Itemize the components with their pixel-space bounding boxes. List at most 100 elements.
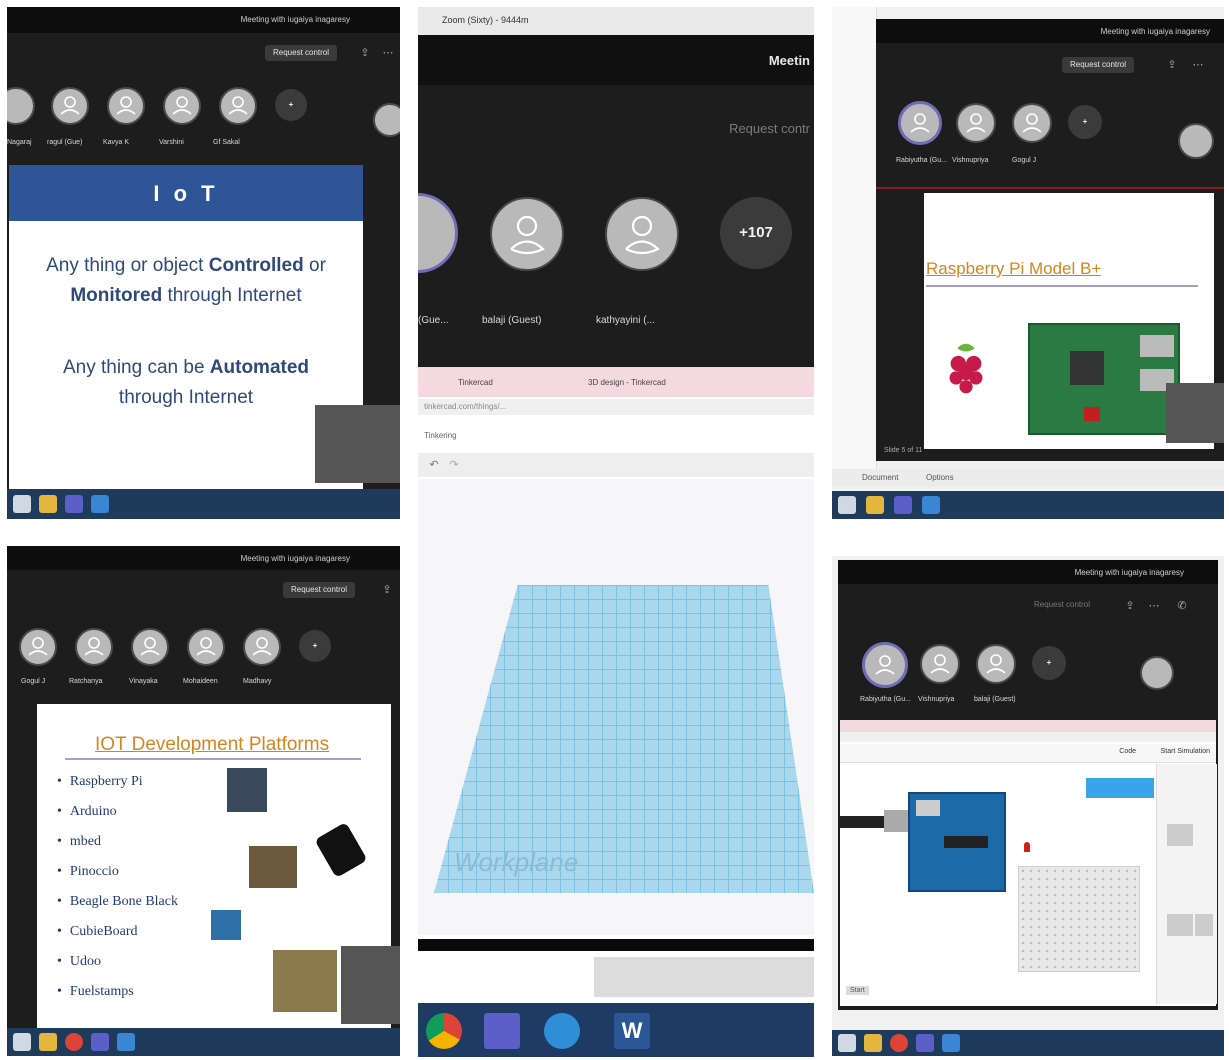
request-control-button[interactable]: Request control	[1062, 57, 1135, 73]
start-icon[interactable]	[838, 496, 856, 514]
self-video-tile[interactable]	[1166, 383, 1224, 443]
start-simulation-button[interactable]: Start Simulation	[1161, 748, 1210, 755]
address-bar[interactable]: tinkercad.com/things/...	[418, 399, 814, 415]
request-control-button[interactable]: Request contr	[729, 121, 810, 136]
start-icon[interactable]	[13, 1033, 31, 1051]
browser-tab[interactable]: Zoom (Sixty) - 9444m	[442, 15, 529, 25]
tinkercad-toolbar: ↶ ↷	[418, 453, 814, 477]
edge-icon[interactable]	[544, 1013, 580, 1049]
request-control-button[interactable]: Request control	[1034, 600, 1090, 609]
chrome-icon[interactable]	[65, 1033, 83, 1051]
request-control-button[interactable]: Request control	[265, 45, 338, 61]
meeting-top-bar: Meeting with iugaiya inagaresy	[7, 546, 400, 570]
workplane-canvas[interactable]: Workplane	[418, 479, 814, 935]
participant-avatar[interactable]	[75, 628, 113, 666]
led-component[interactable]	[1024, 842, 1030, 852]
more-options-icon[interactable]: ⋯	[1192, 59, 1204, 71]
tab-tinkercad[interactable]: Tinkercad	[458, 378, 493, 387]
participant-avatar[interactable]	[7, 87, 35, 125]
browser-icon[interactable]	[922, 496, 940, 514]
file-explorer-icon[interactable]	[39, 1033, 57, 1051]
status-document[interactable]: Document	[862, 473, 898, 482]
participant-avatar[interactable]	[898, 101, 942, 145]
more-participants-button[interactable]: +	[299, 630, 331, 662]
slide-title: IOT Development Platforms	[95, 734, 330, 755]
teams-icon[interactable]	[65, 495, 83, 513]
code-block[interactable]	[1086, 778, 1154, 798]
slide-title-rule	[926, 285, 1198, 287]
status-options[interactable]: Options	[926, 473, 954, 482]
redo-icon[interactable]: ↷	[448, 459, 460, 471]
participant-avatar[interactable]	[187, 628, 225, 666]
participant-avatar[interactable]	[131, 628, 169, 666]
browser-tabs-bar	[840, 720, 1216, 732]
participant-name: kathyayini (...	[596, 315, 655, 326]
person-icon	[116, 96, 136, 115]
code-button[interactable]: Code	[1119, 748, 1136, 755]
self-video-tile[interactable]	[341, 946, 400, 1024]
word-icon[interactable]: W	[614, 1013, 650, 1049]
participant-avatar[interactable]	[1178, 123, 1214, 159]
participant-avatar[interactable]	[1012, 103, 1052, 143]
browser-icon[interactable]	[942, 1034, 960, 1052]
start-button[interactable]: Start	[846, 986, 869, 995]
slide-title: Raspberry Pi Model B+	[926, 259, 1102, 278]
teams-icon[interactable]	[894, 496, 912, 514]
browser-icon[interactable]	[117, 1033, 135, 1051]
person-icon	[28, 637, 48, 656]
share-icon[interactable]: ⇪	[359, 47, 371, 59]
participant-avatar[interactable]	[219, 87, 257, 125]
list-item: mbed	[57, 834, 101, 850]
breadboard[interactable]	[1018, 866, 1140, 972]
participant-avatar[interactable]	[51, 87, 89, 125]
start-icon[interactable]	[838, 1034, 856, 1052]
more-options-icon[interactable]: ⋯	[1148, 600, 1160, 612]
arduino-board[interactable]	[908, 792, 1006, 892]
participant-avatar[interactable]	[163, 87, 201, 125]
participant-avatar[interactable]	[490, 197, 564, 271]
tab-3d-design[interactable]: 3D design - Tinkercad	[588, 378, 666, 387]
more-options-icon[interactable]: ⋯	[382, 47, 394, 59]
chrome-icon[interactable]	[426, 1013, 462, 1049]
share-icon[interactable]: ⇪	[1166, 59, 1178, 71]
request-control-button[interactable]: Request control	[283, 582, 356, 598]
address-bar[interactable]	[840, 732, 1216, 742]
call-icon[interactable]: ✆	[1176, 600, 1188, 612]
participant-name: (Gue...	[418, 315, 449, 326]
participant-avatar[interactable]	[1140, 656, 1174, 690]
list-item: Raspberry Pi	[57, 774, 143, 790]
undo-icon[interactable]: ↶	[428, 459, 440, 471]
teams-icon[interactable]	[916, 1034, 934, 1052]
participant-avatar[interactable]	[243, 628, 281, 666]
teams-icon[interactable]	[484, 1013, 520, 1049]
more-participants-button[interactable]: +	[275, 89, 307, 121]
participant-name: Gf Sakal	[213, 139, 240, 146]
browser-icon[interactable]	[91, 495, 109, 513]
participant-avatar[interactable]	[107, 87, 145, 125]
share-icon[interactable]: ⇪	[381, 584, 393, 596]
person-icon	[140, 637, 160, 656]
participant-avatar[interactable]	[920, 644, 960, 684]
participant-avatar[interactable]	[956, 103, 996, 143]
participant-avatar[interactable]	[418, 193, 458, 273]
more-participants-button[interactable]: +	[1068, 105, 1102, 139]
file-explorer-icon[interactable]	[866, 496, 884, 514]
more-participants-button[interactable]: +	[1032, 646, 1066, 680]
file-explorer-icon[interactable]	[864, 1034, 882, 1052]
chrome-icon[interactable]	[890, 1034, 908, 1052]
participant-avatar[interactable]	[373, 103, 400, 137]
start-icon[interactable]	[13, 495, 31, 513]
share-icon[interactable]: ⇪	[1124, 600, 1136, 612]
shared-slide: IOT Development Platforms Raspberry Pi A…	[37, 704, 391, 1030]
more-participants-button[interactable]: +107	[720, 197, 792, 269]
participant-avatar[interactable]	[862, 642, 908, 688]
self-video-tile[interactable]	[315, 405, 400, 483]
windows-taskbar	[7, 489, 400, 519]
participant-name: Varshini	[159, 139, 184, 146]
participant-avatar[interactable]	[19, 628, 57, 666]
teams-icon[interactable]	[91, 1033, 109, 1051]
file-explorer-icon[interactable]	[39, 495, 57, 513]
participant-avatar[interactable]	[605, 197, 679, 271]
slide-line-4: through Internet	[118, 387, 254, 408]
participant-avatar[interactable]	[976, 644, 1016, 684]
